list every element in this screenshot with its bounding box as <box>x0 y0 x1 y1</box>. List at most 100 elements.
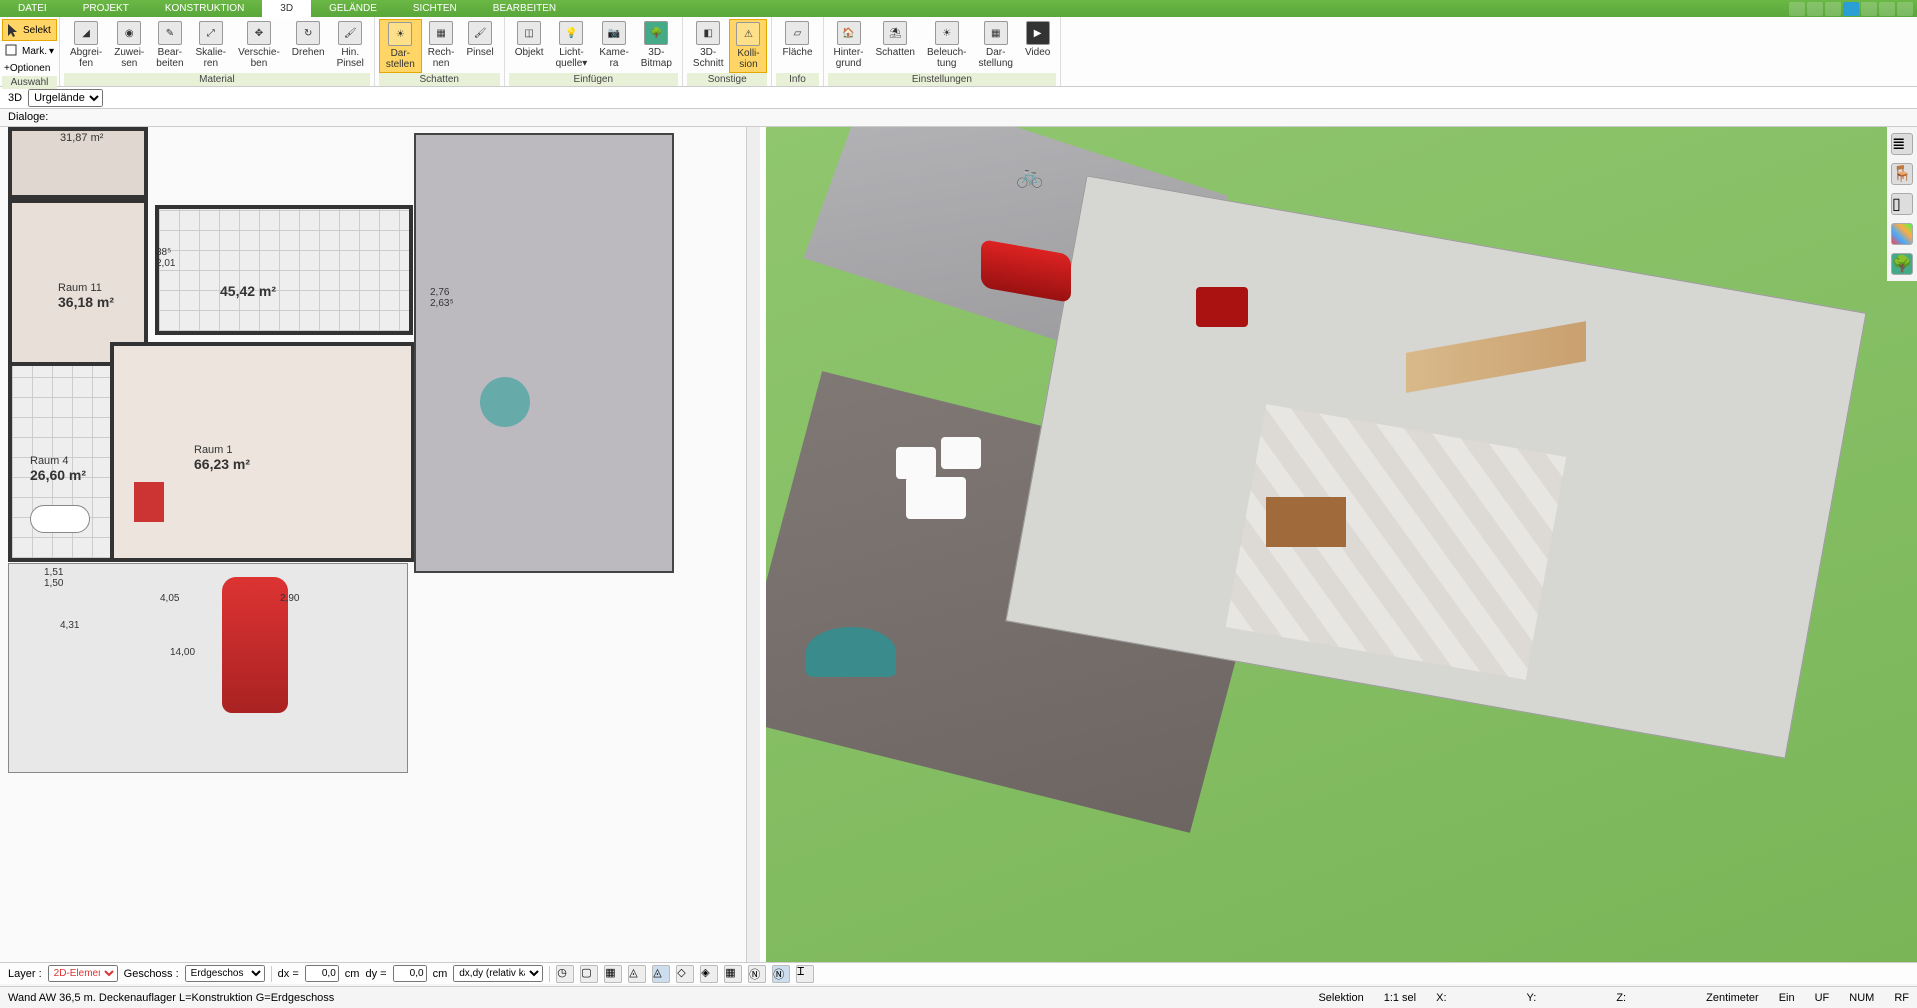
hintergrund-button[interactable]: 🏠Hinter-grund <box>828 19 870 71</box>
drehen-button[interactable]: ↻Drehen <box>286 19 331 60</box>
cursor-icon <box>5 22 21 38</box>
rechnen-button[interactable]: ▦Rech-nen <box>422 19 461 71</box>
toggle-n2-icon[interactable]: Ⓝ <box>772 965 790 983</box>
fullscreen-icon[interactable] <box>1807 2 1823 16</box>
abgreifen-button[interactable]: ◢Abgrei-fen <box>64 19 108 71</box>
floorplan-umbrella[interactable] <box>480 377 530 427</box>
menu-tab-datei[interactable]: DATEI <box>0 0 65 17</box>
hinpinsel-button[interactable]: 🖌Hin.Pinsel <box>331 19 370 71</box>
darstellen-button[interactable]: ☀Dar-stellen <box>379 19 422 73</box>
room1-name: Raum 1 <box>194 444 233 456</box>
3d-patio-chair-2 <box>941 437 981 469</box>
3dschnitt-button[interactable]: ◧3D-Schnitt <box>687 19 730 71</box>
beleuchtung-button[interactable]: ☀Beleuch-tung <box>921 19 972 71</box>
dim-151: 1,511,50 <box>44 567 63 589</box>
kollision-button[interactable]: ⚠Kolli-sion <box>729 19 767 73</box>
video-button[interactable]: ▶Video <box>1019 19 1056 60</box>
floorplan-terrace[interactable] <box>414 133 674 573</box>
floorplan-vscrollbar[interactable] <box>746 127 760 963</box>
floorplan-driveway[interactable] <box>8 563 408 773</box>
help-icon[interactable] <box>1789 2 1805 16</box>
floorplan-room-3[interactable] <box>155 205 413 335</box>
flaeche-button[interactable]: ▱Fläche <box>776 19 818 60</box>
menu-tab-konstruktion[interactable]: KONSTRUKTION <box>147 0 262 17</box>
layers-panel-icon[interactable]: ≣ <box>1891 133 1913 155</box>
zuweisen-button[interactable]: ◉Zuwei-sen <box>108 19 150 71</box>
dx-input[interactable] <box>305 965 339 982</box>
mark-button[interactable]: Mark. ▾ <box>2 41 57 61</box>
floorplan-pane[interactable]: 31,87 m² Raum 11 36,18 m² 45,42 m² Raum … <box>0 127 760 977</box>
pinsel-button[interactable]: 🖌Pinsel <box>460 19 499 60</box>
schatten-settings-button[interactable]: ⛱Schatten <box>870 19 921 60</box>
verschieben-button[interactable]: ✥Verschie-ben <box>232 19 286 71</box>
ribbon-group-schatten: ☀Dar-stellen ▦Rech-nen 🖌Pinsel Schatten <box>375 17 505 86</box>
rotate-icon: ↻ <box>296 21 320 45</box>
skalieren-button[interactable]: ⤢Skalie-ren <box>190 19 233 71</box>
objekt-button[interactable]: ◫Objekt <box>509 19 550 60</box>
ribbon-group-sonstige: ◧3D-Schnitt ⚠Kolli-sion Sonstige <box>683 17 773 86</box>
text-cursor-icon[interactable]: Ꮖ <box>796 965 814 983</box>
bottom-toolbar: Layer : 2D-Elemen Geschoss : Erdgeschos … <box>0 962 1917 984</box>
gridview-icon[interactable]: ▦ <box>724 965 742 983</box>
menu-tab-projekt[interactable]: PROJEKT <box>65 0 147 17</box>
optionen-label: +Optionen <box>4 63 50 74</box>
dy-input[interactable] <box>393 965 427 982</box>
room2-area: 31,87 m² <box>60 132 103 144</box>
darstellung-button[interactable]: ▦Dar-stellung <box>972 19 1018 71</box>
optionen-button[interactable]: +Optionen <box>2 61 57 76</box>
bearbeiten-button[interactable]: ✎Bear-beiten <box>150 19 189 71</box>
wall-panel-icon[interactable]: ▯ <box>1891 193 1913 215</box>
brush2-icon: 🖌 <box>468 21 492 45</box>
menu-tab-gelaende[interactable]: GELÄNDE <box>311 0 395 17</box>
geschoss-dropdown[interactable]: Erdgeschos <box>185 965 265 982</box>
close-icon[interactable] <box>1897 2 1913 16</box>
info-icon[interactable] <box>1843 2 1859 16</box>
urgelaende-dropdown[interactable]: Urgelände <box>28 89 103 107</box>
plants-panel-icon[interactable]: 🌳 <box>1891 253 1913 275</box>
layer-label: Layer : <box>8 968 42 980</box>
dropper-icon: ◢ <box>74 21 98 45</box>
floorplan-car[interactable] <box>222 577 288 713</box>
menu-tab-sichten[interactable]: SICHTEN <box>395 0 475 17</box>
tree-icon: 🌳 <box>644 21 668 45</box>
snap2-icon[interactable]: ◬ <box>652 965 670 983</box>
menu-tab-3d[interactable]: 3D <box>262 0 311 17</box>
edit-icon: ✎ <box>158 21 182 45</box>
minimize-icon[interactable] <box>1861 2 1877 16</box>
floorplan-room-1[interactable] <box>110 342 415 562</box>
screen-icon[interactable]: ▢ <box>580 965 598 983</box>
mark-label: Mark. <box>22 46 47 57</box>
kamera-button[interactable]: 📷Kame-ra <box>593 19 634 71</box>
3d-sofa-red <box>1196 287 1248 327</box>
brush-icon: 🖌 <box>338 21 362 45</box>
maximize-icon[interactable] <box>1879 2 1895 16</box>
status-ein: Ein <box>1779 992 1795 1004</box>
snap1-icon[interactable]: ◬ <box>628 965 646 983</box>
status-rf: RF <box>1894 992 1909 1004</box>
floorplan-bathtub[interactable] <box>30 505 90 533</box>
sub-bar: 3D Urgelände <box>0 87 1917 109</box>
furniture-panel-icon[interactable]: 🪑 <box>1891 163 1913 185</box>
geschoss-label: Geschoss : <box>124 968 179 980</box>
section-icon: ◧ <box>696 21 720 45</box>
status-z: Z: <box>1616 992 1626 1004</box>
layers-icon[interactable] <box>1825 2 1841 16</box>
ortho-icon[interactable]: ◈ <box>700 965 718 983</box>
room4-area: 26,60 m² <box>30 467 86 483</box>
schatten-group-label: Schatten <box>379 73 500 86</box>
view3d-pane[interactable]: 🚲 <box>766 127 1917 977</box>
layer-dropdown[interactable]: 2D-Elemen <box>48 965 118 982</box>
menu-tab-bearbeiten[interactable]: BEARBEITEN <box>475 0 574 17</box>
lichtquelle-button[interactable]: 💡Licht-quelle▾ <box>550 19 594 71</box>
mode-dropdown[interactable]: dx,dy (relativ ka <box>453 965 543 982</box>
dim-1400: 14,00 <box>170 647 195 658</box>
perspective-icon[interactable]: ◇ <box>676 965 694 983</box>
toggle-n-icon[interactable]: Ⓝ <box>748 965 766 983</box>
3dbitmap-button[interactable]: 🌳3D-Bitmap <box>635 19 678 71</box>
clock-icon[interactable]: ◷ <box>556 965 574 983</box>
grid-icon[interactable]: ▦ <box>604 965 622 983</box>
selekt-button[interactable]: Selekt <box>2 19 57 41</box>
room1-area: 66,23 m² <box>194 456 250 472</box>
floorplan-sofa-red[interactable] <box>134 482 164 522</box>
color-panel-icon[interactable] <box>1891 223 1913 245</box>
